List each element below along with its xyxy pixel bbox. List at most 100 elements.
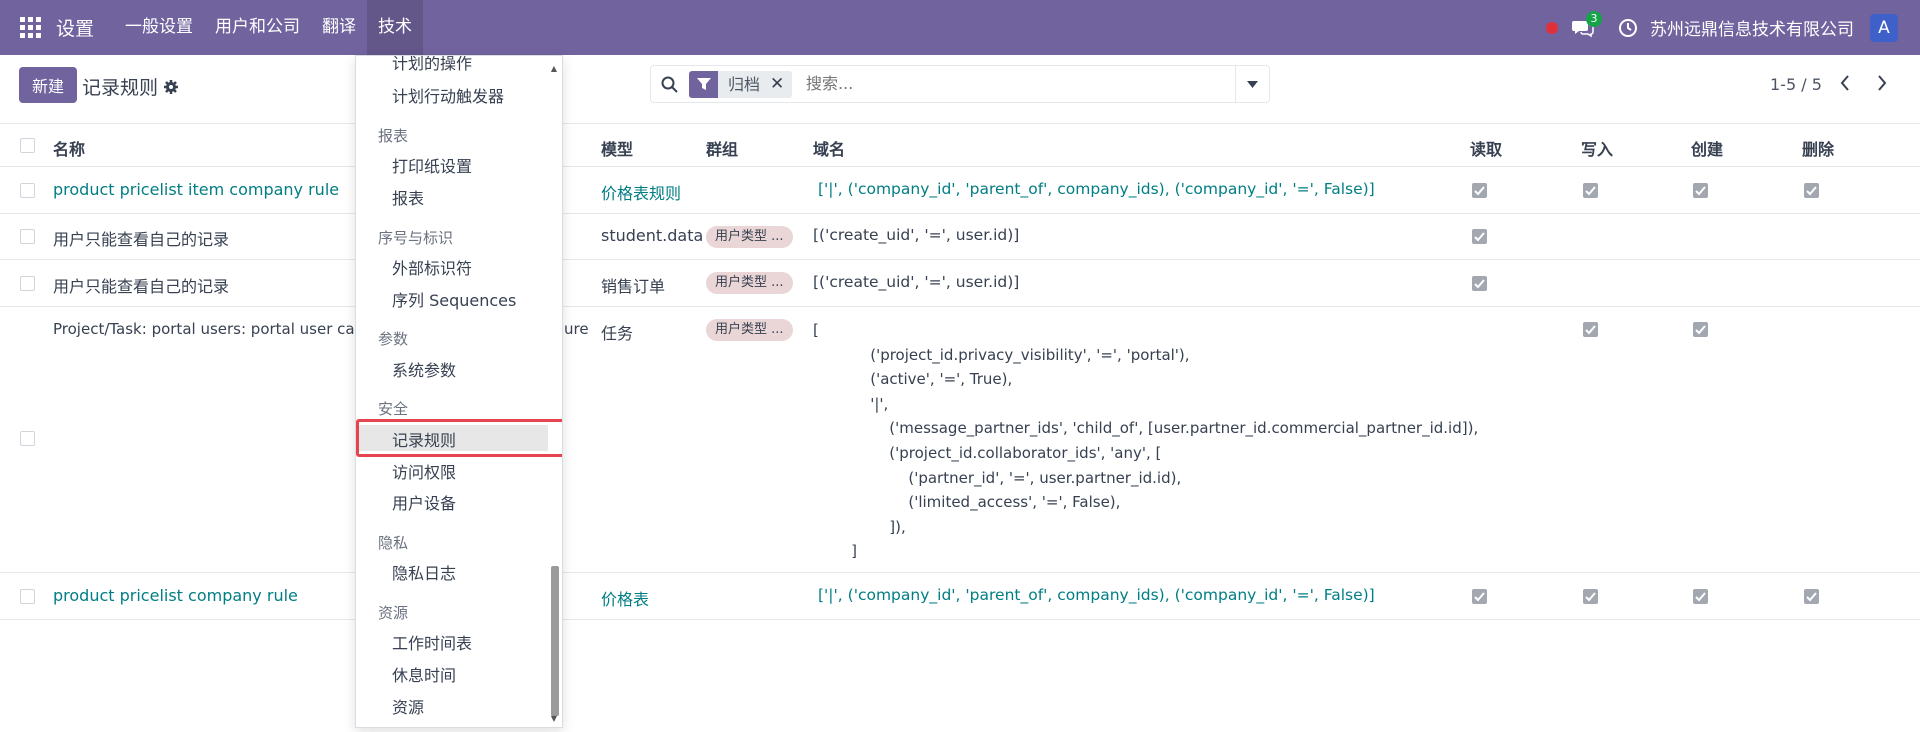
menu-item-time-off[interactable]: 休息时间 [392,662,456,686]
menu-item-system-parameters[interactable]: 系统参数 [392,357,456,381]
create-checkbox [1693,322,1708,337]
rule-model[interactable]: 价格表 [601,586,649,610]
read-checkbox [1472,183,1487,198]
facet-label: 归档 [728,75,761,94]
column-header-create[interactable]: 创建 [1691,136,1723,160]
menu-item-paper-format[interactable]: 打印纸设置 [392,153,472,177]
menu-item-working-schedules[interactable]: 工作时间表 [392,630,472,654]
menu-item-privacy-log[interactable]: 隐私日志 [392,560,456,584]
menu-item-access-rights[interactable]: 访问权限 [392,459,456,483]
clock-icon[interactable] [1618,18,1638,38]
menu-item-automation-triggers[interactable]: 计划行动触发器 [392,83,504,107]
caret-down-icon [1247,80,1258,88]
domain-line: ('project_id.privacy_visibility', '=', '… [813,345,1190,364]
status-dot-icon[interactable] [1546,21,1558,34]
menu-item-scheduled-actions[interactable]: 计划的操作 [392,56,472,74]
chat-count-badge: 3 [1586,10,1602,27]
pager-previous-button[interactable] [1829,65,1861,101]
menu-section-security: 安全 [378,400,409,418]
group-tag[interactable]: 用户类型 ... [706,272,793,294]
group-tag[interactable]: 用户类型 ... [706,319,793,341]
menu-item-external-ids[interactable]: 外部标识符 [392,255,472,279]
read-checkbox [1472,276,1487,291]
scroll-up-arrow-icon[interactable]: ▲ [551,64,557,73]
write-checkbox [1583,183,1598,198]
rule-name[interactable]: 用户只能查看自己的记录 [53,226,229,250]
rule-name-tail: ure [564,320,589,338]
table-row[interactable]: 用户只能查看自己的记录 销售订单 用户类型 ... [('create_uid'… [0,260,1920,307]
column-header-domain[interactable]: 域名 [813,136,845,160]
menu-technical[interactable]: 技术 [367,0,424,55]
table-row[interactable]: Project/Task: portal users: portal user … [0,307,1920,573]
chevron-right-icon [1878,75,1887,91]
group-tag[interactable]: 用户类型 ... [706,226,793,248]
scrollbar-thumb[interactable] [551,566,559,716]
read-checkbox [1472,589,1487,604]
scroll-down-arrow-icon[interactable]: ▼ [551,714,557,723]
menu-general-settings[interactable]: 一般设置 [114,0,204,55]
menu-section-parameters: 参数 [378,330,409,348]
table-row[interactable]: product pricelist item company rule 价格表规… [0,167,1920,214]
user-avatar[interactable]: A [1870,13,1898,42]
gear-icon[interactable] [163,79,179,95]
write-checkbox [1583,589,1598,604]
rule-model[interactable]: 任务 [601,320,633,344]
apps-menu-icon[interactable] [20,16,42,39]
chat-icon[interactable]: 3 [1572,10,1602,38]
domain-line: ('active', '=', True), [813,370,1013,389]
rule-name[interactable]: product pricelist item company rule [53,180,339,199]
rule-model[interactable]: student.data [601,226,703,245]
column-header-write[interactable]: 写入 [1581,136,1613,160]
chevron-left-icon [1840,75,1849,91]
company-switcher[interactable]: 苏州远鼎信息技术有限公司 [1650,15,1854,40]
search-bar: 归档 ✕ [650,65,1270,103]
domain-line: [ [813,321,819,339]
rule-name[interactable]: Project/Task: portal users: portal user … [53,320,364,338]
column-header-model[interactable]: 模型 [601,136,633,160]
menu-item-user-devices[interactable]: 用户设备 [392,490,456,514]
menu-item-sequences[interactable]: 序列 Sequences [392,287,516,311]
filter-icon [689,71,718,98]
menu-item-reports[interactable]: 报表 [392,185,424,209]
rule-model[interactable]: 销售订单 [601,273,665,297]
search-options-toggle[interactable] [1235,66,1269,102]
rule-domain: [('create_uid', '=', user.id)] [813,273,1020,291]
row-checkbox[interactable] [20,183,35,198]
menu-users-companies[interactable]: 用户和公司 [204,0,311,55]
menu-item-resources[interactable]: 资源 [392,694,424,718]
menu-translations[interactable]: 翻译 [311,0,367,55]
column-header-name[interactable]: 名称 [53,136,85,160]
domain-line: '|', [813,394,889,413]
table-row[interactable]: product pricelist company rule 价格表 ['|',… [0,573,1920,620]
top-navbar: 设置 一般设置 用户和公司 翻译 技术 3 苏州远鼎信息技术有限公司 A [0,0,1920,55]
systray: 3 苏州远鼎信息技术有限公司 A [1546,0,1898,55]
column-header-group[interactable]: 群组 [706,136,738,160]
new-button[interactable]: 新建 [19,67,77,103]
rule-name[interactable]: product pricelist company rule [53,586,298,605]
search-icon[interactable] [661,76,678,93]
highlight-box [356,419,562,457]
write-checkbox [1583,322,1598,337]
menu-section-resources: 资源 [378,604,409,622]
facet-remove-icon[interactable]: ✕ [766,71,792,98]
create-checkbox [1693,589,1708,604]
row-checkbox[interactable] [20,589,35,604]
menu-section-privacy: 隐私 [378,534,409,552]
rule-name[interactable]: 用户只能查看自己的记录 [53,273,229,297]
select-all-checkbox[interactable] [20,138,35,153]
pager-value[interactable]: 1-5 / 5 [1770,75,1822,94]
column-header-delete[interactable]: 删除 [1802,136,1834,160]
list-header: 名称 模型 群组 域名 读取 写入 创建 删除 [0,123,1920,167]
column-header-read[interactable]: 读取 [1470,136,1502,160]
search-input[interactable] [806,74,1206,93]
delete-checkbox [1804,183,1819,198]
table-row[interactable]: 用户只能查看自己的记录 student.data 用户类型 ... [('cre… [0,214,1920,260]
app-name[interactable]: 设置 [56,14,94,41]
row-checkbox[interactable] [20,276,35,291]
pager-next-button[interactable] [1866,65,1898,101]
top-menu: 一般设置 用户和公司 翻译 技术 [114,0,424,55]
row-checkbox[interactable] [20,229,35,244]
row-checkbox[interactable] [20,431,35,446]
create-checkbox [1693,183,1708,198]
rule-model[interactable]: 价格表规则 [601,180,681,204]
